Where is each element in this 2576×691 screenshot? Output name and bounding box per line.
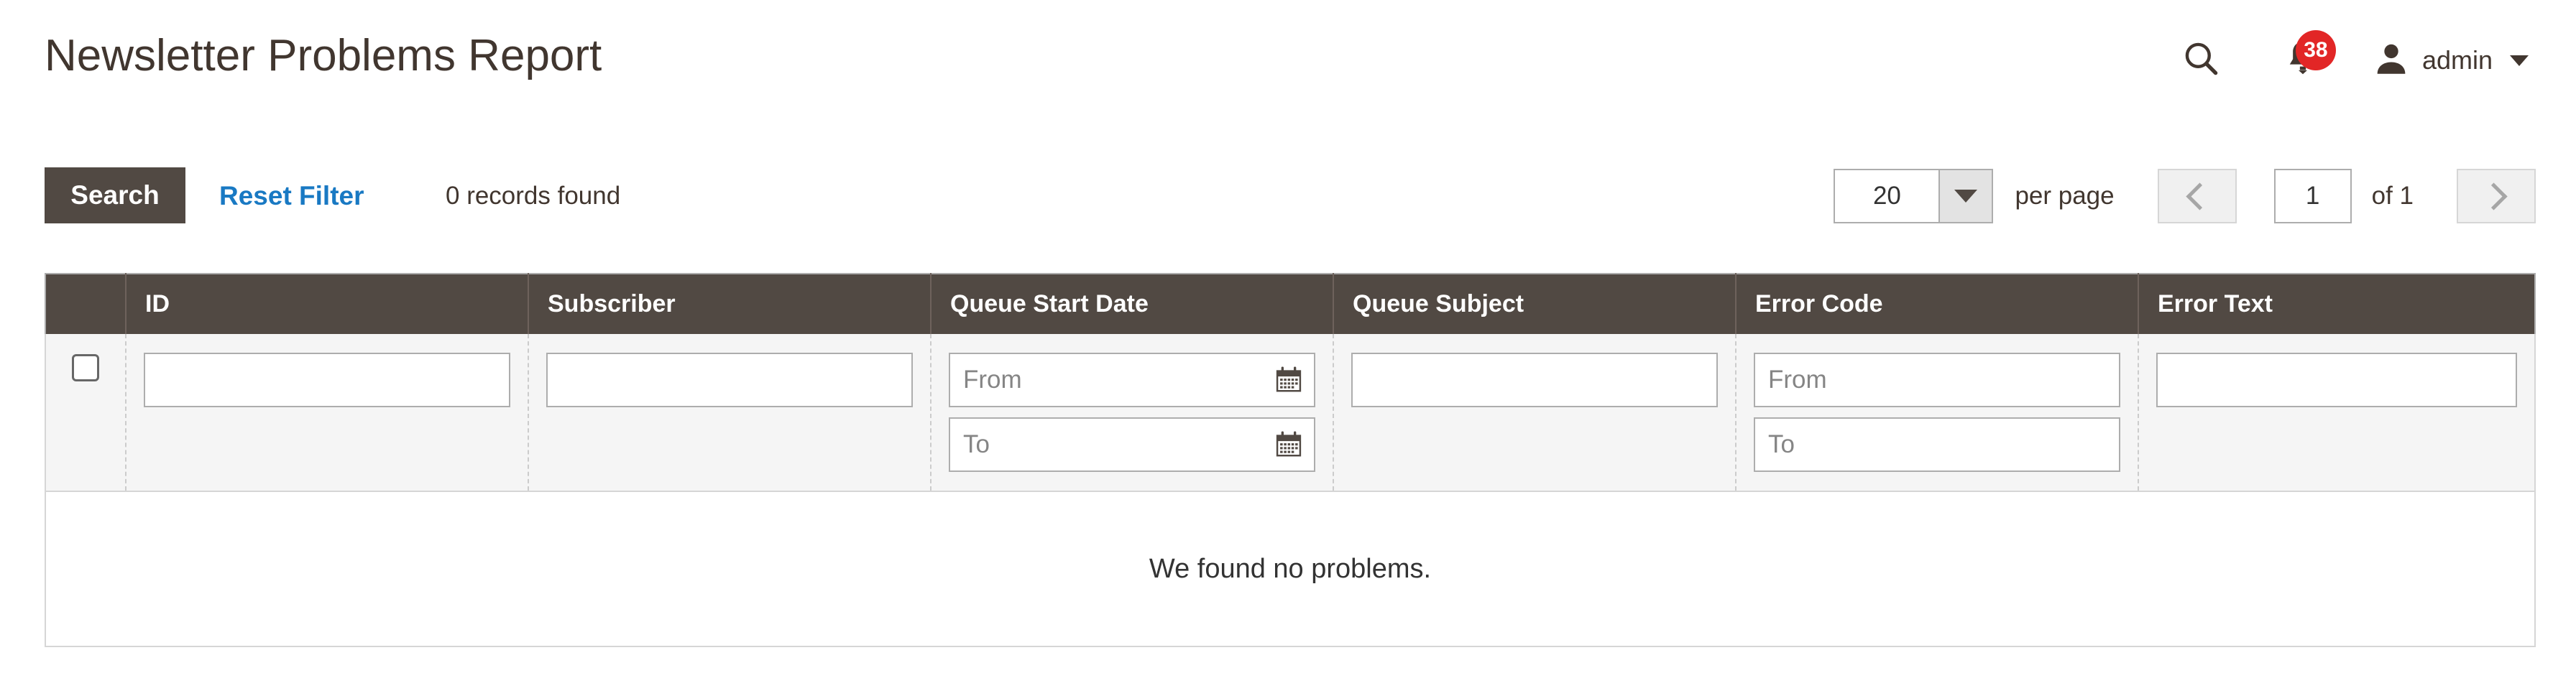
current-page-input[interactable] [2273,169,2352,223]
chevron-left-icon [2186,182,2214,210]
filter-queue-start-date-to-input[interactable] [949,417,1315,472]
filter-cell-subscriber [528,334,932,492]
chevron-right-icon [2479,182,2508,210]
pagination-controls: 20 per page of 1 [1834,164,2536,228]
grid-toolbar: Search Reset Filter 0 records found 20 p… [0,164,2576,243]
grid-body: We found no problems. [45,334,2536,647]
chevron-down-icon [2510,55,2529,66]
column-header-select [45,273,126,334]
next-page-button[interactable] [2457,169,2536,223]
previous-page-button[interactable] [2157,169,2237,223]
global-search-button[interactable] [2171,35,2232,85]
per-page-dropdown-button[interactable] [1938,170,1992,222]
filter-cell-queue-start-date [931,334,1334,492]
filter-queue-subject-input[interactable] [1351,353,1718,407]
admin-account-menu[interactable]: admin [2372,40,2529,82]
column-header-error-text[interactable]: Error Text [2138,273,2536,334]
filter-error-code-to-input[interactable] [1754,417,2120,472]
column-header-queue-subject[interactable]: Queue Subject [1333,273,1736,334]
search-button[interactable]: Search [45,167,185,223]
filter-cell-id [126,334,529,492]
reset-filter-link[interactable]: Reset Filter [219,181,364,211]
grid-table: ID Subscriber Queue Start Date Queue Sub… [45,273,2536,647]
search-icon [2181,39,2222,83]
column-header-error-code[interactable]: Error Code [1736,273,2139,334]
grid-empty-message: We found no problems. [45,491,2536,647]
total-pages-label: of 1 [2371,182,2414,210]
header-actions: 38 admin [2171,30,2529,88]
select-all-checkbox[interactable] [72,354,99,381]
grid-header: ID Subscriber Queue Start Date Queue Sub… [45,273,2536,334]
grid-filter-row [45,334,2536,492]
page-header: Newsletter Problems Report 38 admin [0,0,2576,136]
grid-header-row: ID Subscriber Queue Start Date Queue Sub… [45,273,2536,334]
filter-cell-error-text [2138,334,2536,492]
per-page-select[interactable]: 20 [1834,169,1994,223]
filter-error-code-from-input[interactable] [1754,353,2120,407]
filter-error-text-input[interactable] [2156,353,2517,407]
admin-username: admin [2421,45,2493,75]
per-page-label: per page [2015,182,2115,210]
records-found-label: 0 records found [446,182,621,210]
filter-queue-start-date-from-input[interactable] [949,353,1315,407]
filter-cell-select [45,334,126,492]
column-header-queue-start-date[interactable]: Queue Start Date [931,273,1334,334]
calendar-icon[interactable] [1274,430,1304,460]
filter-cell-error-code [1736,334,2139,492]
column-header-id[interactable]: ID [126,273,529,334]
filter-cell-queue-subject [1333,334,1736,492]
filter-queue-start-date-to-field [949,417,1315,472]
newsletter-problems-report-page: Newsletter Problems Report 38 admin Sear… [0,0,2576,691]
grid-empty-row: We found no problems. [45,491,2536,647]
filter-queue-start-date-from-field [949,353,1315,407]
column-header-subscriber[interactable]: Subscriber [528,273,932,334]
filter-subscriber-input[interactable] [546,353,913,407]
user-avatar-icon [2372,40,2411,82]
triangle-down-icon [1954,190,1978,203]
per-page-selected-value: 20 [1872,182,1901,210]
newsletter-problems-grid: ID Subscriber Queue Start Date Queue Sub… [45,273,2536,647]
filter-id-input[interactable] [144,353,510,407]
notifications-count-badge: 38 [2295,30,2336,70]
page-title: Newsletter Problems Report [45,31,602,80]
calendar-icon[interactable] [1274,365,1304,395]
notifications-button[interactable]: 38 [2260,30,2346,88]
